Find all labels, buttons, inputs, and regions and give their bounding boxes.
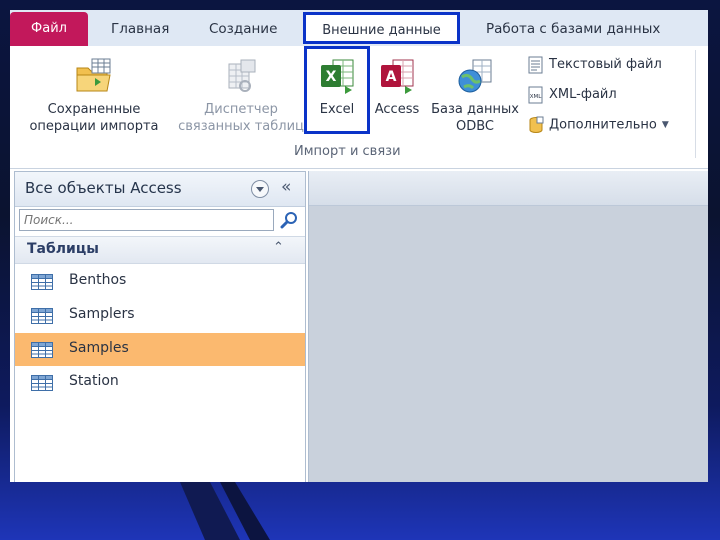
import-odbc-button[interactable]: База данных ODBC: [427, 56, 523, 135]
import-text-file-button[interactable]: Текстовый файл: [528, 54, 662, 76]
import-more-button[interactable]: Дополнительно ▼: [528, 114, 669, 136]
tab-file[interactable]: Файл: [10, 12, 88, 46]
import-access-label: Access: [374, 102, 420, 117]
linked-table-manager-icon: [221, 56, 261, 96]
table-icon: [31, 342, 53, 358]
database-more-icon: [528, 116, 544, 134]
linked-table-manager-label-1: Диспетчер: [204, 102, 278, 117]
table-icon: [31, 375, 53, 391]
import-xml-file-button[interactable]: XML XML-файл: [528, 84, 617, 106]
tab-home[interactable]: Главная: [111, 18, 169, 40]
import-group-label: Импорт и связи: [294, 144, 401, 159]
ribbon-panel: Сохраненные операции импорта Диспетчер с…: [10, 46, 708, 169]
workspace-header: [309, 171, 708, 206]
import-more-label: Дополнительно: [549, 117, 657, 133]
svg-text:X: X: [326, 69, 337, 85]
document-workspace: [308, 171, 708, 482]
svg-text:A: A: [386, 69, 397, 85]
import-text-file-label: Текстовый файл: [549, 57, 662, 72]
import-access-button[interactable]: A Access: [372, 56, 422, 118]
import-excel-label: Excel: [319, 102, 355, 117]
table-item-station[interactable]: Station: [15, 366, 305, 399]
import-xml-file-label: XML-файл: [549, 87, 617, 102]
folder-with-table-icon: [74, 56, 114, 96]
odbc-label-2: ODBC: [455, 119, 494, 134]
table-item-samples[interactable]: Samples: [15, 333, 305, 366]
excel-icon: X: [317, 56, 357, 96]
access-icon: A: [377, 56, 417, 96]
ribbon-tab-bar: Файл Главная Создание Внешние данные Раб…: [10, 10, 708, 47]
xml-file-icon: XML: [528, 86, 544, 104]
import-excel-button[interactable]: X Excel: [304, 46, 370, 134]
odbc-globe-icon: [455, 56, 495, 96]
tab-external-data[interactable]: Внешние данные: [303, 12, 460, 44]
tables-group-title: Таблицы: [27, 241, 99, 257]
navigation-pane: Все объекты Access « Таблицы ⌃ Benthos S…: [14, 171, 306, 482]
search-icon[interactable]: [280, 210, 300, 230]
table-item-label: Station: [69, 373, 119, 389]
decorative-background-shape: [180, 482, 270, 540]
table-item-benthos[interactable]: Benthos: [15, 265, 305, 298]
chevron-down-icon: ▼: [661, 120, 669, 130]
nav-pane-collapse-button[interactable]: «: [281, 177, 291, 197]
tab-database-tools[interactable]: Работа с базами данных: [486, 18, 660, 40]
saved-imports-label-1: Сохраненные: [47, 102, 141, 117]
table-icon: [31, 274, 53, 290]
text-file-icon: [528, 56, 544, 74]
saved-imports-button[interactable]: Сохраненные операции импорта: [18, 56, 170, 135]
collapse-group-icon[interactable]: ⌃: [273, 240, 284, 255]
linked-table-manager-button[interactable]: Диспетчер связанных таблиц: [170, 56, 312, 135]
search-input[interactable]: [19, 209, 274, 231]
tab-create[interactable]: Создание: [209, 18, 277, 40]
nav-pane-header: Все объекты Access «: [15, 172, 305, 207]
svg-text:XML: XML: [530, 94, 543, 100]
table-icon: [31, 308, 53, 324]
tables-group-header[interactable]: Таблицы ⌃: [15, 236, 305, 264]
nav-pane-menu-button[interactable]: [251, 180, 269, 198]
access-window: Файл Главная Создание Внешние данные Раб…: [10, 10, 708, 482]
nav-pane-title[interactable]: Все объекты Access: [25, 179, 182, 197]
table-item-label: Benthos: [69, 272, 127, 288]
table-item-label: Samplers: [69, 306, 135, 322]
table-item-label: Samples: [69, 340, 129, 356]
odbc-label-1: База данных: [431, 102, 519, 117]
ribbon-divider: [695, 50, 696, 158]
saved-imports-label-2: операции импорта: [29, 119, 159, 134]
table-item-samplers[interactable]: Samplers: [15, 299, 305, 332]
linked-table-manager-label-2: связанных таблиц: [178, 119, 304, 134]
